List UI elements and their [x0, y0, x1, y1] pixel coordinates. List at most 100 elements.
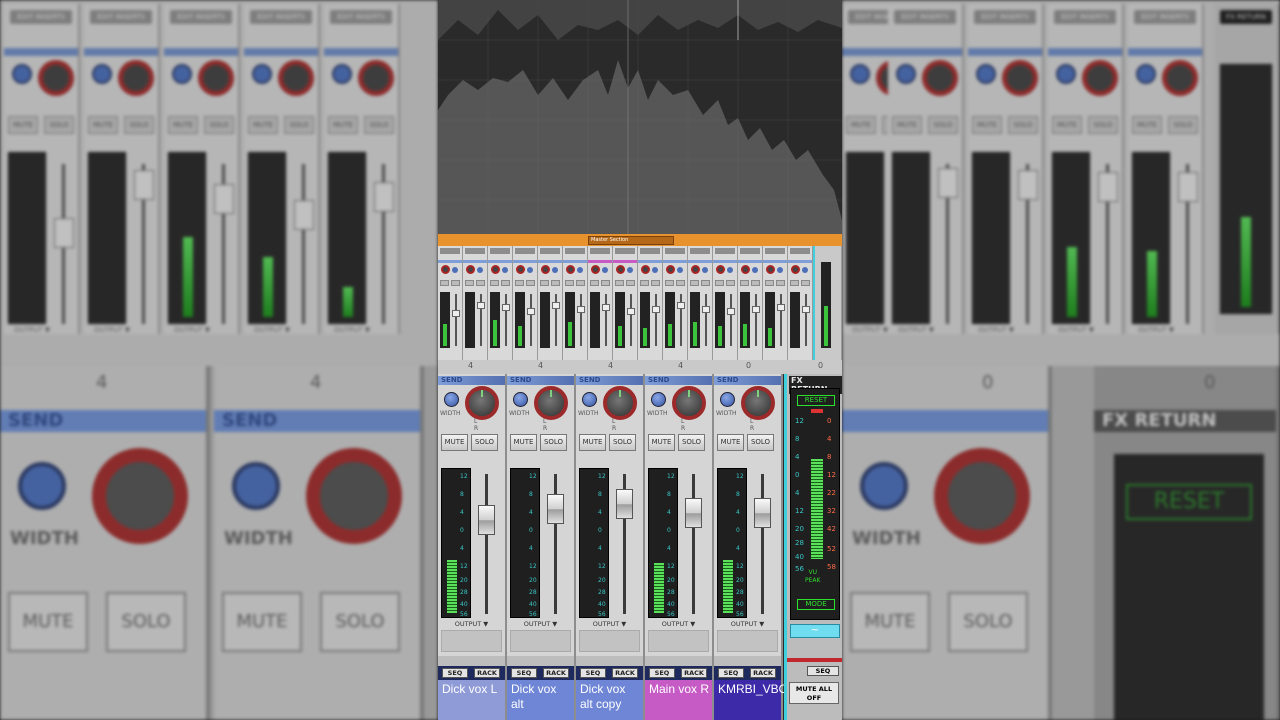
- output-label: OUTPUT ▼: [852, 326, 889, 334]
- fader-cap: [1018, 170, 1038, 200]
- seq-button[interactable]: SEQ: [807, 666, 839, 676]
- mini-fx-return[interactable]: [813, 246, 842, 360]
- pan-knob[interactable]: [603, 386, 637, 420]
- fader-cap[interactable]: [616, 489, 633, 519]
- mini-channel[interactable]: [513, 246, 538, 360]
- seq-button[interactable]: SEQ: [649, 668, 675, 678]
- mini-channel[interactable]: [763, 246, 788, 360]
- rack-button[interactable]: RACK: [474, 668, 500, 678]
- seq-button[interactable]: SEQ: [442, 668, 468, 678]
- mini-channel[interactable]: [588, 246, 613, 360]
- mini-channel[interactable]: [663, 246, 688, 360]
- meter-scale-tick: 56: [736, 611, 744, 618]
- lr-label: L R: [612, 418, 625, 432]
- fader-track[interactable]: [761, 474, 764, 614]
- solo-button[interactable]: SOLO: [540, 434, 567, 451]
- waveform-icon[interactable]: ~: [790, 624, 840, 638]
- mute-all-off-button[interactable]: MUTE ALL OFF: [789, 682, 839, 704]
- master-section-dropdown[interactable]: Master Section: [588, 236, 674, 245]
- output-label[interactable]: OUTPUT ▼: [438, 620, 505, 628]
- width-label: WIDTH: [440, 410, 461, 417]
- pan-knob: [278, 60, 314, 96]
- channel-name[interactable]: Dick vox L: [438, 680, 505, 720]
- bg-mixer-lower-zoom: 0 WIDTH MUTE SOLO 0 FX RETURN RESET: [842, 366, 1280, 720]
- seq-button[interactable]: SEQ: [718, 668, 744, 678]
- solo-button: SOLO: [1008, 116, 1038, 134]
- pan-knob[interactable]: [672, 386, 706, 420]
- width-knob[interactable]: [444, 392, 459, 407]
- mini-channel[interactable]: [713, 246, 738, 360]
- mute-button[interactable]: MUTE: [441, 434, 468, 451]
- fader-cap: [134, 170, 154, 200]
- send-bar: [244, 48, 318, 56]
- mini-channel[interactable]: [488, 246, 513, 360]
- output-selector[interactable]: [510, 630, 571, 652]
- width-knob: [1136, 64, 1156, 84]
- seq-button[interactable]: SEQ: [511, 668, 537, 678]
- mute-button[interactable]: MUTE: [717, 434, 744, 451]
- bg-zoom-channel: 4 SEND WIDTH MUTE SOLO: [214, 366, 424, 720]
- output-selector[interactable]: [648, 630, 709, 652]
- rack-button[interactable]: RACK: [612, 668, 638, 678]
- width-knob: [172, 64, 192, 84]
- meter-scale-tick: 40: [460, 601, 468, 608]
- meter-scale-tick: 40: [736, 601, 744, 608]
- channel-name[interactable]: KMRBI_VBOE_140_alt: [714, 680, 842, 720]
- meter-scale-tick: 20: [736, 577, 744, 584]
- send-label: SEND: [714, 376, 781, 385]
- fader-cap[interactable]: [685, 498, 702, 528]
- output-label: OUTPUT ▼: [174, 326, 211, 334]
- mini-channel[interactable]: [738, 246, 763, 360]
- fader-track[interactable]: [485, 474, 488, 614]
- output-selector[interactable]: [717, 630, 778, 652]
- mini-channel[interactable]: [688, 246, 713, 360]
- fx-level-bars: [811, 459, 823, 559]
- channel-name[interactable]: Main vox R: [645, 680, 712, 720]
- meter-scale-tick: 12: [795, 417, 804, 425]
- mini-channel[interactable]: [613, 246, 638, 360]
- reset-button[interactable]: RESET: [797, 395, 835, 406]
- width-knob[interactable]: [582, 392, 597, 407]
- solo-button[interactable]: SOLO: [609, 434, 636, 451]
- channel-name[interactable]: Dick vox alt: [507, 680, 574, 720]
- pan-knob[interactable]: [465, 386, 499, 420]
- output-label[interactable]: OUTPUT ▼: [714, 620, 781, 628]
- fader-cap[interactable]: [547, 494, 564, 524]
- fader-track[interactable]: [692, 474, 695, 614]
- output-label[interactable]: OUTPUT ▼: [576, 620, 643, 628]
- solo-button[interactable]: SOLO: [747, 434, 774, 451]
- mini-channel[interactable]: [463, 246, 488, 360]
- width-knob[interactable]: [720, 392, 735, 407]
- mini-channel[interactable]: [538, 246, 563, 360]
- mode-button[interactable]: MODE: [797, 599, 835, 610]
- output-selector[interactable]: [579, 630, 640, 652]
- mute-button[interactable]: MUTE: [579, 434, 606, 451]
- width-knob[interactable]: [651, 392, 666, 407]
- rack-button[interactable]: RACK: [681, 668, 707, 678]
- bg-channel: EDIT INSERTS MUTE SOLO OUTPUT ▼: [888, 4, 964, 334]
- fader-cap[interactable]: [754, 498, 771, 528]
- channel-name[interactable]: Dick vox alt copy: [576, 680, 643, 720]
- solo-button[interactable]: SOLO: [678, 434, 705, 451]
- mini-channel[interactable]: [563, 246, 588, 360]
- rack-button[interactable]: RACK: [750, 668, 776, 678]
- pan-knob[interactable]: [741, 386, 775, 420]
- edit-inserts-button: EDIT INSERTS: [974, 10, 1036, 24]
- output-label[interactable]: OUTPUT ▼: [645, 620, 712, 628]
- mini-channel[interactable]: [438, 246, 463, 360]
- seq-button[interactable]: SEQ: [580, 668, 606, 678]
- meter-scale-tick: 4: [667, 545, 671, 552]
- mute-button[interactable]: MUTE: [510, 434, 537, 451]
- mini-channel[interactable]: [788, 246, 813, 360]
- width-knob[interactable]: [513, 392, 528, 407]
- output-label[interactable]: OUTPUT ▼: [507, 620, 574, 628]
- output-selector[interactable]: [441, 630, 502, 652]
- meter-scale-tick: 56: [460, 611, 468, 618]
- mini-channel[interactable]: [638, 246, 663, 360]
- rack-button[interactable]: RACK: [543, 668, 569, 678]
- mute-button[interactable]: MUTE: [648, 434, 675, 451]
- pan-knob[interactable]: [534, 386, 568, 420]
- solo-button[interactable]: SOLO: [471, 434, 498, 451]
- output-label: OUTPUT ▼: [14, 326, 51, 334]
- fader-cap[interactable]: [478, 505, 495, 535]
